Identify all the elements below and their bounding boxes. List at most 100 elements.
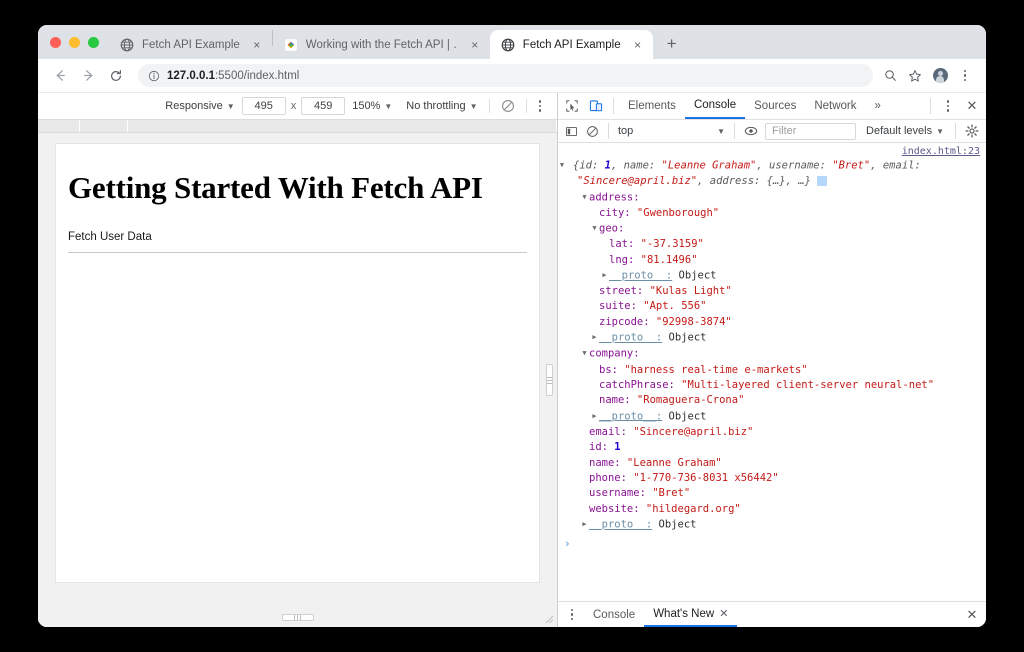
rotate-icon[interactable] xyxy=(494,96,522,116)
viewport-container: Getting Started With Fetch API Fetch Use… xyxy=(38,133,557,627)
globe-icon xyxy=(120,38,134,51)
drawer-tab-console[interactable]: Console xyxy=(584,602,644,627)
object-tree-row[interactable]: phone: "1-770-736-8031 x56442" xyxy=(558,471,986,486)
inspect-element-icon[interactable] xyxy=(560,94,584,118)
tab-close-button[interactable]: × xyxy=(468,38,482,52)
drawer-tab-close-icon[interactable]: ✕ xyxy=(719,607,728,620)
console-prompt[interactable]: › xyxy=(558,533,986,554)
object-tree-row[interactable]: street: "Kulas Light" xyxy=(558,284,986,299)
property-value: "harness real-time e-markets" xyxy=(617,363,808,376)
expand-arrow-icon[interactable] xyxy=(590,409,599,424)
minimize-window-button[interactable] xyxy=(69,36,80,48)
drawer-tab-whats-new[interactable]: What's New ✕ xyxy=(644,602,738,627)
object-tree-row[interactable]: suite: "Apt. 556" xyxy=(558,299,986,314)
device-select[interactable]: Responsive ▼ xyxy=(158,96,241,116)
tab-close-button[interactable]: × xyxy=(250,38,264,52)
object-tree-row[interactable]: bs: "harness real-time e-markets" xyxy=(558,363,986,378)
reload-button[interactable] xyxy=(104,64,128,88)
expand-arrow-icon[interactable] xyxy=(590,221,599,236)
more-options-icon[interactable] xyxy=(531,100,550,112)
tab-elements[interactable]: Elements xyxy=(619,93,685,119)
browser-tab-3[interactable]: Fetch API Example × xyxy=(489,30,653,59)
object-tree-row[interactable]: __proto__: Object xyxy=(558,517,986,533)
viewport-height-input[interactable]: 459 xyxy=(301,97,346,115)
throttling-select[interactable]: No throttling ▼ xyxy=(399,96,484,116)
object-tree-row[interactable]: address: xyxy=(558,190,986,206)
page-viewport: Getting Started With Fetch API Fetch Use… xyxy=(55,143,540,583)
more-tabs-button[interactable]: » xyxy=(866,93,890,119)
search-icon[interactable] xyxy=(879,65,901,87)
throttling-label: No throttling xyxy=(406,100,466,112)
chrome-menu-icon[interactable] xyxy=(954,65,976,87)
object-tree-row[interactable]: email: "Sincere@april.biz" xyxy=(558,425,986,440)
object-tree-row[interactable]: lng: "81.1496" xyxy=(558,253,986,268)
tab-network[interactable]: Network xyxy=(805,93,865,119)
property-value: "92998-3874" xyxy=(649,315,732,328)
object-tree-row[interactable]: id: 1 xyxy=(558,440,986,455)
console-log-entry[interactable]: {id: 1, name: "Leanne Graham", username:… xyxy=(558,145,986,190)
object-tree-row[interactable]: username: "Bret" xyxy=(558,486,986,501)
avatar[interactable] xyxy=(929,65,951,87)
expand-arrow-icon[interactable] xyxy=(580,346,589,361)
expand-arrow-icon[interactable] xyxy=(564,158,573,173)
fetch-user-data-button[interactable]: Fetch User Data xyxy=(68,231,527,253)
browser-tab-2[interactable]: Working with the Fetch API | … × xyxy=(273,30,490,59)
devtools-menu-icon[interactable] xyxy=(936,94,960,118)
object-tree-row[interactable]: company: xyxy=(558,346,986,362)
tab-sources[interactable]: Sources xyxy=(745,93,805,119)
page-info-icon[interactable] xyxy=(148,70,160,82)
object-tree-row[interactable]: __proto__: Object xyxy=(558,409,986,425)
object-tree-row[interactable]: name: "Leanne Graham" xyxy=(558,456,986,471)
object-tree-row[interactable]: geo: xyxy=(558,221,986,237)
object-tree-row[interactable]: website: "hildegard.org" xyxy=(558,502,986,517)
console-sidebar-icon[interactable] xyxy=(561,121,582,141)
zoom-select[interactable]: 150% ▼ xyxy=(345,96,399,116)
execution-context-select[interactable]: top ▼ xyxy=(614,122,729,140)
object-tree-row[interactable]: zipcode: "92998-3874" xyxy=(558,315,986,330)
object-tree-row[interactable]: __proto__: Object xyxy=(558,268,986,284)
tab-console[interactable]: Console xyxy=(684,93,746,119)
new-tab-button[interactable]: + xyxy=(659,30,685,56)
drawer-menu-icon[interactable] xyxy=(560,603,584,627)
object-tree-row[interactable]: catchPhrase: "Multi-layered client-serve… xyxy=(558,378,986,393)
expand-arrow-icon[interactable] xyxy=(590,330,599,345)
expand-arrow-icon[interactable] xyxy=(600,268,609,283)
object-tree-row[interactable]: lat: "-37.3159" xyxy=(558,237,986,252)
close-devtools-button[interactable]: ✕ xyxy=(960,94,984,118)
device-toolbar-icon[interactable] xyxy=(584,94,608,118)
address-bar[interactable]: 127.0.0.1:5500/index.html xyxy=(138,64,873,87)
object-tree-row[interactable]: __proto__: Object xyxy=(558,330,986,346)
forward-button[interactable] xyxy=(76,64,100,88)
property-key: zipcode: xyxy=(599,315,650,328)
console-output[interactable]: index.html:23 {id: 1, name: "Leanne Grah… xyxy=(558,143,986,601)
viewport-width-resize-handle[interactable] xyxy=(546,364,553,396)
settings-gear-icon[interactable] xyxy=(961,121,983,141)
back-button[interactable] xyxy=(48,64,72,88)
maximize-window-button[interactable] xyxy=(88,36,99,48)
property-key: geo: xyxy=(599,222,625,235)
expand-arrow-icon[interactable] xyxy=(580,190,589,205)
property-key: username: xyxy=(589,487,646,500)
close-drawer-button[interactable]: ✕ xyxy=(960,603,984,627)
info-badge-icon[interactable]: i xyxy=(815,176,828,187)
viewport-height-resize-handle[interactable] xyxy=(281,614,314,621)
toolbar-divider xyxy=(734,123,735,139)
log-levels-select[interactable]: Default levels ▼ xyxy=(860,125,950,137)
close-window-button[interactable] xyxy=(50,36,61,48)
ruler-segment xyxy=(128,120,557,132)
live-expression-icon[interactable] xyxy=(740,121,761,141)
bookmark-star-icon[interactable] xyxy=(904,65,926,87)
property-value: "Leanne Graham" xyxy=(620,456,722,469)
object-tree-row[interactable]: name: "Romaguera-Crona" xyxy=(558,393,986,408)
console-filter-input[interactable]: Filter xyxy=(765,122,857,140)
tab-close-button[interactable]: × xyxy=(631,38,645,52)
viewport-corner-resize-handle[interactable] xyxy=(544,614,554,624)
viewport-width-input[interactable]: 495 xyxy=(241,97,286,115)
clear-console-icon[interactable] xyxy=(582,121,603,141)
expand-arrow-icon[interactable] xyxy=(580,517,589,532)
object-tree-row[interactable]: city: "Gwenborough" xyxy=(558,206,986,221)
property-value: "Kulas Light" xyxy=(643,285,732,298)
property-key: __proto__: xyxy=(589,518,653,531)
browser-tab-1[interactable]: Fetch API Example × xyxy=(109,30,272,59)
zoom-label: 150% xyxy=(352,100,381,112)
